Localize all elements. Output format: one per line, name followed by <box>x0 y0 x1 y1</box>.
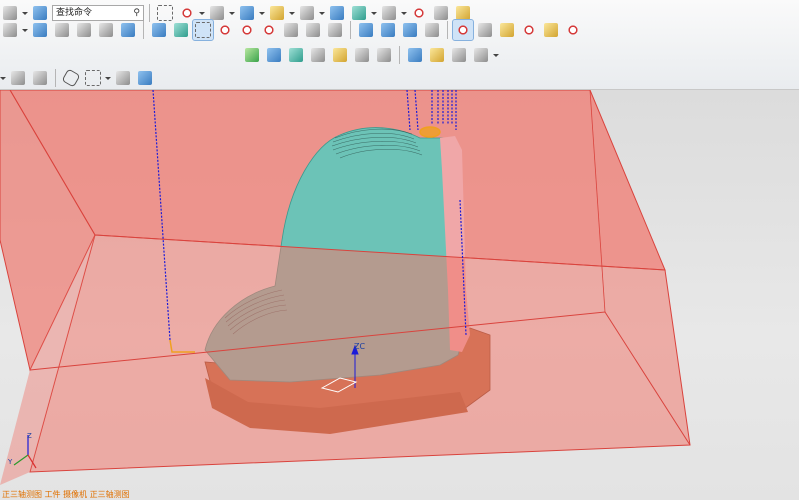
assembly-icon[interactable] <box>264 45 284 65</box>
object-icon[interactable] <box>475 20 495 40</box>
toolbar-row-3 <box>242 42 499 68</box>
printer-icon[interactable] <box>113 68 133 88</box>
blank-box-front-face <box>29 234 691 473</box>
cutpattern-icon[interactable] <box>422 20 442 40</box>
dropdown-arrow[interactable] <box>105 68 111 88</box>
program-icon[interactable] <box>281 20 301 40</box>
curve-icon[interactable] <box>259 20 279 40</box>
triad-z-label: Z <box>27 432 32 440</box>
feature-icon[interactable] <box>427 45 447 65</box>
options-icon[interactable] <box>452 19 474 41</box>
toolbar-row-4 <box>0 65 155 91</box>
wcs-rotate-icon[interactable] <box>30 68 50 88</box>
check-icon[interactable] <box>242 45 262 65</box>
hexagon-icon[interactable] <box>61 68 81 88</box>
operation-icon[interactable] <box>192 19 214 41</box>
stock-icon[interactable] <box>149 20 169 40</box>
clearance-icon[interactable] <box>356 20 376 40</box>
separator <box>143 21 144 39</box>
status-bar-text: 正三轴测图 工件 摄像机 正三轴测图 <box>2 490 130 499</box>
analysis-icon[interactable] <box>330 45 350 65</box>
feeds-icon[interactable] <box>400 20 420 40</box>
dropdown-arrow[interactable] <box>22 20 28 40</box>
clock-icon[interactable] <box>449 45 469 65</box>
solid-cube-icon[interactable] <box>135 68 155 88</box>
postprocess-icon[interactable] <box>96 20 116 40</box>
noncutting-icon[interactable] <box>378 20 398 40</box>
separator <box>399 46 400 64</box>
dashed-box-icon[interactable] <box>83 68 103 88</box>
simulate-icon[interactable] <box>74 20 94 40</box>
export-icon[interactable] <box>471 45 491 65</box>
model-scene <box>0 90 691 485</box>
circle-icon[interactable] <box>237 20 257 40</box>
dropdown-arrow[interactable] <box>0 68 6 88</box>
verify-icon[interactable] <box>52 20 72 40</box>
dropdown-arrow[interactable] <box>493 45 499 65</box>
separator <box>55 69 56 87</box>
triad-y-label: Y <box>8 458 13 466</box>
display-icon[interactable] <box>519 20 539 40</box>
geometry-icon[interactable] <box>171 20 191 40</box>
separator <box>350 21 351 39</box>
machine-icon[interactable] <box>215 20 235 40</box>
method-icon[interactable] <box>303 20 323 40</box>
toolbar-row-2 <box>0 17 583 43</box>
separator <box>447 21 448 39</box>
tool-icon[interactable] <box>325 20 345 40</box>
shop-doc-icon[interactable] <box>118 20 138 40</box>
undo-arrow-icon[interactable] <box>8 68 28 88</box>
list-view-icon[interactable] <box>405 45 425 65</box>
tree-icon[interactable] <box>286 45 306 65</box>
export-icon[interactable] <box>563 20 583 40</box>
wcs-zc-label: ZC <box>354 342 366 351</box>
transform-icon[interactable] <box>497 20 517 40</box>
annotate-icon[interactable] <box>352 45 372 65</box>
nx-cam-window: 查找命令 ⚲ ZC Z Y 正三轴测图 工件 摄像机 正三轴测图 <box>0 0 799 500</box>
table-icon[interactable] <box>308 45 328 65</box>
generate-icon[interactable] <box>30 20 50 40</box>
refresh-icon[interactable] <box>0 20 20 40</box>
clock-icon[interactable] <box>541 20 561 40</box>
graphics-viewport[interactable]: ZC Z Y 正三轴测图 工件 摄像机 正三轴测图 <box>0 90 799 500</box>
report-icon[interactable] <box>374 45 394 65</box>
